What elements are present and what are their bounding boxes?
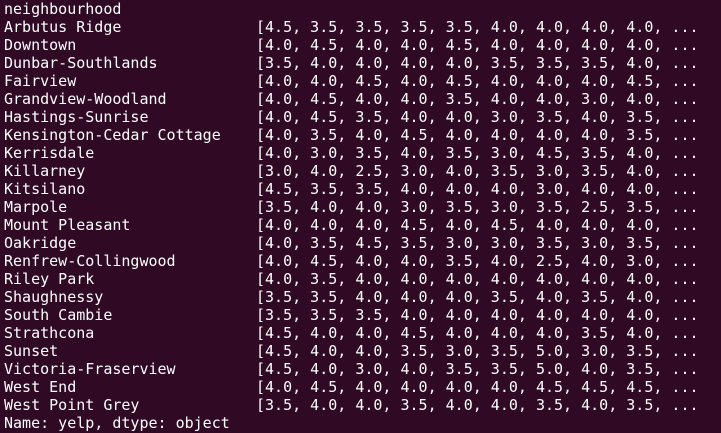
rating-values: [4.0, 4.5, 3.5, 4.0, 4.0, 3.0, 3.5, 4.0,… [256,108,699,126]
neighbourhood-name: Fairview [4,72,77,90]
table-row: Renfrew-Collingwood [4.0, 4.5, 4.0, 4.0,… [4,252,721,270]
neighbourhood-name: Sunset [4,342,59,360]
table-row: Marpole [3.5, 4.0, 4.0, 3.0, 3.5, 3.0, 3… [4,198,721,216]
neighbourhood-name: Grandview-Woodland [4,90,167,108]
rating-values: [4.5, 4.0, 4.0, 4.5, 4.0, 4.0, 4.0, 3.5,… [256,324,699,342]
table-row: Downtown [4.0, 4.5, 4.0, 4.0, 4.5, 4.0, … [4,36,721,54]
table-row: Hastings-Sunrise [4.0, 4.5, 3.5, 4.0, 4.… [4,108,721,126]
rating-values: [4.0, 3.5, 4.5, 3.5, 3.0, 3.0, 3.5, 3.0,… [256,234,699,252]
neighbourhood-name: Renfrew-Collingwood [4,252,176,270]
neighbourhood-name: Kitsilano [4,180,86,198]
rating-values: [3.0, 4.0, 2.5, 3.0, 4.0, 3.5, 3.0, 3.5,… [256,162,699,180]
rating-values: [4.0, 3.5, 4.0, 4.0, 4.0, 4.0, 4.0, 4.0,… [256,270,699,288]
table-row: Riley Park [4.0, 3.5, 4.0, 4.0, 4.0, 4.0… [4,270,721,288]
rating-values: [4.0, 4.0, 4.5, 4.0, 4.5, 4.0, 4.0, 4.0,… [256,72,699,90]
table-row: Arbutus Ridge [4.5, 3.5, 3.5, 3.5, 3.5, … [4,18,721,36]
terminal-output[interactable]: neighbourhood Arbutus Ridge [4.5, 3.5, 3… [0,0,721,433]
rating-values: [3.5, 4.0, 4.0, 4.0, 4.0, 3.5, 3.5, 3.5,… [256,54,699,72]
neighbourhood-name: Dunbar-Southlands [4,54,158,72]
neighbourhood-name: Downtown [4,36,77,54]
neighbourhood-name: Kensington-Cedar Cottage [4,126,221,144]
table-row: South Cambie [3.5, 3.5, 3.5, 4.0, 4.0, 4… [4,306,721,324]
neighbourhood-name: Shaughnessy [4,288,104,306]
rating-values: [4.0, 4.5, 4.0, 4.0, 4.5, 4.0, 4.0, 4.0,… [256,36,699,54]
rating-values: [3.5, 3.5, 4.0, 4.0, 4.0, 3.5, 4.0, 3.5,… [256,288,699,306]
table-row: Victoria-Fraserview [4.5, 4.0, 3.0, 4.0,… [4,360,721,378]
rating-values: [4.0, 3.5, 4.0, 4.5, 4.0, 4.0, 4.0, 4.0,… [256,126,699,144]
series-index-name: neighbourhood [4,0,122,18]
neighbourhood-name: Hastings-Sunrise [4,108,149,126]
table-row: Fairview [4.0, 4.0, 4.5, 4.0, 4.5, 4.0, … [4,72,721,90]
rating-values: [4.5, 3.5, 3.5, 3.5, 3.5, 4.0, 4.0, 4.0,… [256,18,699,36]
neighbourhood-name: Marpole [4,198,68,216]
rating-values: [4.0, 3.0, 3.5, 4.0, 3.5, 3.0, 4.5, 3.5,… [256,144,699,162]
rating-values: [4.0, 4.5, 4.0, 4.0, 3.5, 4.0, 2.5, 4.0,… [256,252,699,270]
table-row: Strathcona [4.5, 4.0, 4.0, 4.5, 4.0, 4.0… [4,324,721,342]
neighbourhood-name: Kerrisdale [4,144,95,162]
neighbourhood-name: Strathcona [4,324,95,342]
neighbourhood-name: West Point Grey [4,396,140,414]
neighbourhood-name: Oakridge [4,234,77,252]
neighbourhood-name: Arbutus Ridge [4,18,122,36]
table-row: Mount Pleasant [4.0, 4.0, 4.0, 4.5, 4.0,… [4,216,721,234]
rating-values: [4.5, 3.5, 3.5, 4.0, 4.0, 4.0, 3.0, 4.0,… [256,180,699,198]
table-row: Kensington-Cedar Cottage [4.0, 3.5, 4.0,… [4,126,721,144]
table-row: Dunbar-Southlands [3.5, 4.0, 4.0, 4.0, 4… [4,54,721,72]
neighbourhood-name: Killarney [4,162,86,180]
rating-values: [4.0, 4.5, 4.0, 4.0, 4.0, 4.0, 4.5, 4.5,… [256,378,699,396]
table-row: West End [4.0, 4.5, 4.0, 4.0, 4.0, 4.0, … [4,378,721,396]
series-footer: Name: yelp, dtype: object [4,414,230,432]
rating-values: [4.0, 4.5, 4.0, 4.0, 3.5, 4.0, 4.0, 3.0,… [256,90,699,108]
table-row: Kitsilano [4.5, 3.5, 3.5, 4.0, 4.0, 4.0,… [4,180,721,198]
neighbourhood-name: Victoria-Fraserview [4,360,176,378]
table-row: Killarney [3.0, 4.0, 2.5, 3.0, 4.0, 3.5,… [4,162,721,180]
table-row: Oakridge [4.0, 3.5, 4.5, 3.5, 3.0, 3.0, … [4,234,721,252]
rating-values: [3.5, 4.0, 4.0, 3.5, 4.0, 4.0, 3.5, 4.0,… [256,396,699,414]
table-row: Sunset [4.5, 4.0, 4.0, 3.5, 3.0, 3.5, 5.… [4,342,721,360]
rating-values: [4.0, 4.0, 4.0, 4.5, 4.0, 4.5, 4.0, 4.0,… [256,216,699,234]
table-row: West Point Grey [3.5, 4.0, 4.0, 3.5, 4.0… [4,396,721,414]
rating-values: [4.5, 4.0, 3.0, 4.0, 3.5, 3.5, 5.0, 4.0,… [256,360,699,378]
rating-values: [3.5, 3.5, 3.5, 4.0, 4.0, 4.0, 4.0, 4.0,… [256,306,699,324]
neighbourhood-name: Mount Pleasant [4,216,131,234]
neighbourhood-name: West End [4,378,77,396]
table-row: Shaughnessy [3.5, 3.5, 4.0, 4.0, 4.0, 3.… [4,288,721,306]
table-row: Kerrisdale [4.0, 3.0, 3.5, 4.0, 3.5, 3.0… [4,144,721,162]
neighbourhood-name: South Cambie [4,306,113,324]
table-row: Grandview-Woodland [4.0, 4.5, 4.0, 4.0, … [4,90,721,108]
rating-values: [3.5, 4.0, 4.0, 3.0, 3.5, 3.0, 3.5, 2.5,… [256,198,699,216]
neighbourhood-name: Riley Park [4,270,95,288]
rating-values: [4.5, 4.0, 4.0, 3.5, 3.0, 3.5, 5.0, 3.0,… [256,342,699,360]
